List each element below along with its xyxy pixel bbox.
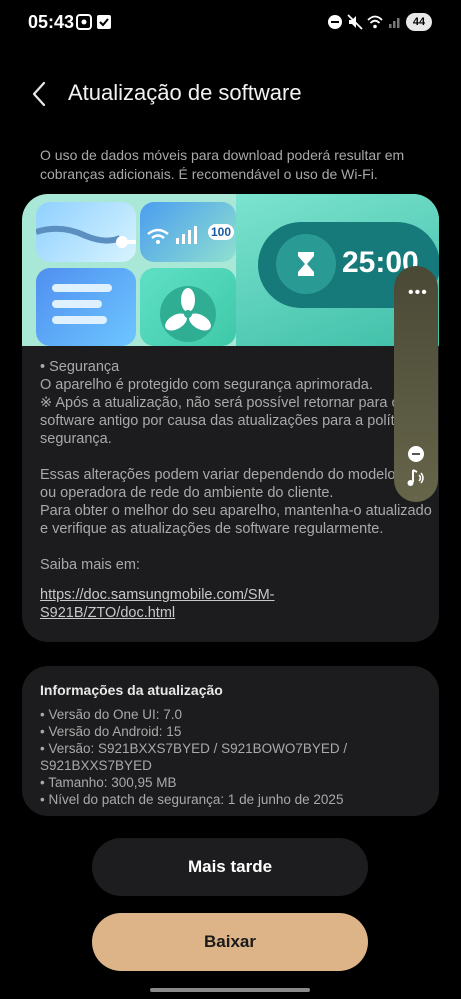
release-notes-text: • Segurança O aparelho é protegido com s… [40, 359, 433, 573]
status-bar: 05:43 44 [0, 0, 461, 44]
wifi-signal-graphic-icon [147, 226, 197, 244]
info-item-security-patch: • Nível do patch de segurança: 1 de junh… [40, 792, 344, 807]
screenshot-icon [76, 14, 92, 30]
back-button[interactable] [28, 80, 52, 108]
status-time: 05:43 [28, 12, 75, 32]
mobile-data-warning: O uso de dados móveis para download pode… [40, 147, 405, 182]
hourglass-icon [298, 252, 314, 276]
more-options-icon[interactable]: ••• [408, 284, 428, 302]
floating-side-panel[interactable]: ••• [394, 266, 438, 502]
timer-circle [276, 234, 336, 294]
list-graphic-icon [52, 284, 112, 324]
info-item-one-ui-version: • Versão do One UI: 7.0 [40, 707, 183, 722]
battery-indicator: 44 [406, 13, 432, 31]
download-button[interactable]: Baixar [92, 913, 368, 971]
banner-tile-brightness [35, 202, 136, 262]
update-info-list: • Versão do One UI: 7.0 • Versão do Andr… [40, 706, 430, 808]
banner-tile-notifications [36, 268, 136, 346]
page-title: Atualização de software [68, 80, 302, 105]
mute-icon [347, 14, 363, 30]
slider-graphic-icon [35, 225, 136, 248]
feature-banner: 100 25:00 [22, 194, 439, 346]
chevron-left-icon [32, 81, 46, 107]
fan-graphic-icon [160, 286, 216, 342]
more-info-link[interactable]: https://doc.samsungmobile.com/SM-S921B/Z… [40, 586, 400, 622]
banner-tile-fan [140, 268, 236, 346]
checkbox-notification-icon [97, 15, 111, 29]
later-button[interactable]: Mais tarde [92, 838, 368, 896]
minimize-icon[interactable] [408, 446, 424, 462]
music-note-icon[interactable] [404, 466, 428, 490]
info-item-size: • Tamanho: 300,95 MB [40, 775, 177, 790]
update-info-title: Informações da atualização [40, 682, 223, 698]
info-item-android-version: • Versão do Android: 15 [40, 724, 182, 739]
update-details-card: 100 25:00 • Segurança O aparelho é prote… [22, 194, 439, 642]
signal-icon [389, 18, 400, 28]
home-indicator[interactable] [150, 988, 310, 992]
scrolled-off-text [40, 124, 280, 134]
update-info-card: Informações da atualização • Versão do O… [22, 666, 439, 816]
wifi-icon [367, 15, 383, 29]
banner-battery-percent: 100 [208, 224, 235, 240]
do-not-disturb-icon [328, 15, 342, 29]
info-item-build-version: • Versão: S921BXXS7BYED / S921BOWO7BYED … [40, 741, 348, 773]
